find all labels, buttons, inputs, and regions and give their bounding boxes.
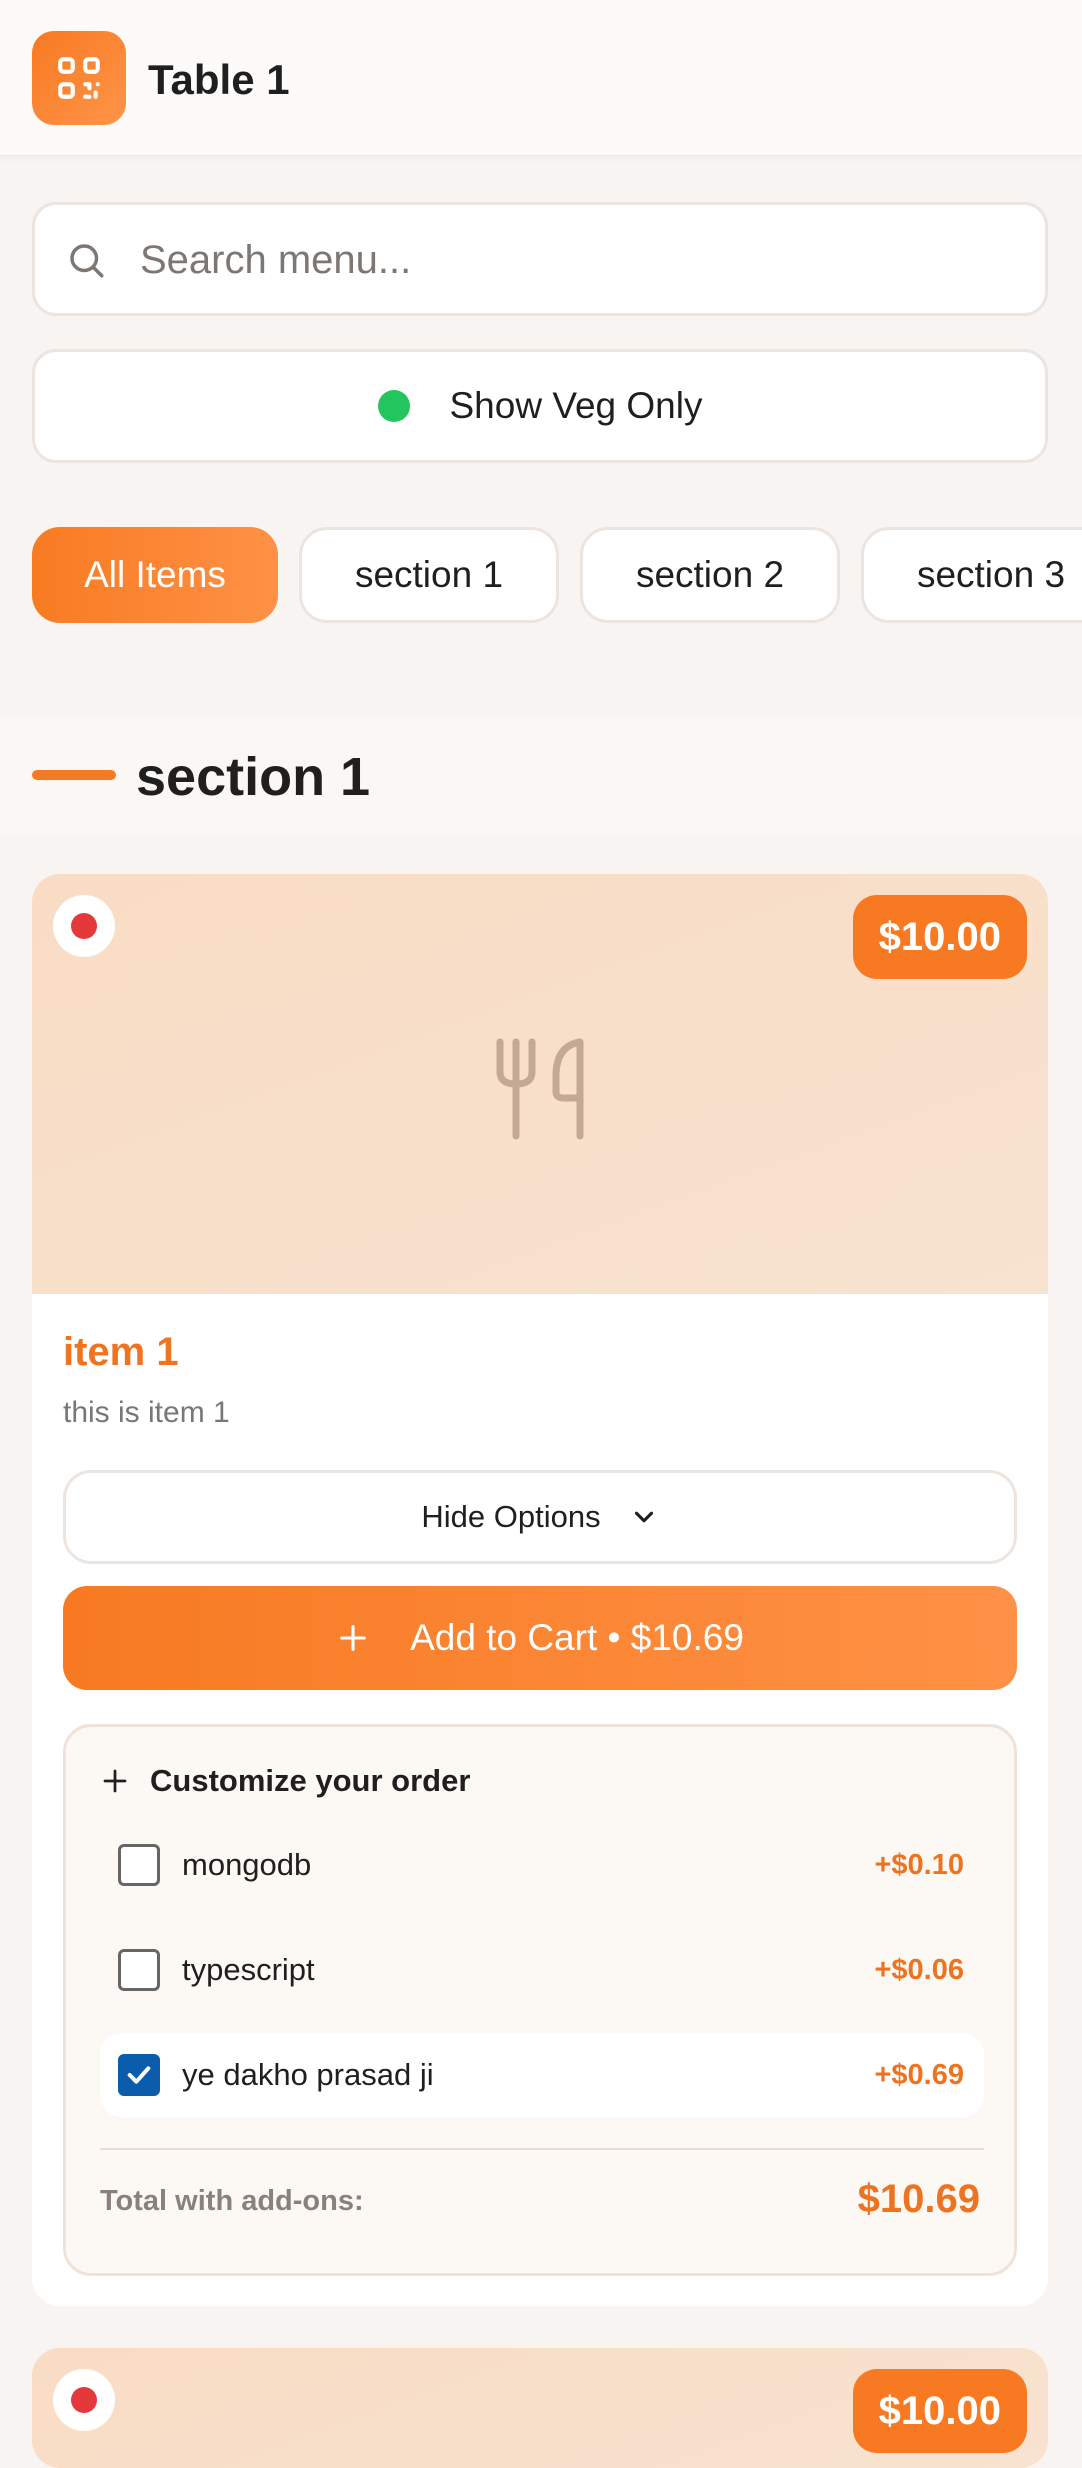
- non-veg-dot: [71, 913, 97, 939]
- hide-options-label: Hide Options: [421, 1499, 601, 1534]
- price-badge: $10.00: [852, 895, 1027, 979]
- search-input[interactable]: [140, 225, 1020, 295]
- addon-option-mongodb[interactable]: mongodb +$0.10: [100, 1823, 984, 1907]
- app-header: Table 1: [0, 0, 1082, 156]
- search-icon: [65, 239, 107, 286]
- total-label: Total with add-ons:: [100, 2185, 364, 2217]
- addon-checkbox[interactable]: [118, 1844, 160, 1886]
- section-title: section 1: [136, 747, 371, 807]
- menu-item-card: $10.00 item 1 this is item 1 Hide Option…: [32, 874, 1048, 2306]
- addon-option-ye-dakho-prasad-ji[interactable]: ye dakho prasad ji +$0.69: [100, 2033, 984, 2117]
- item-name: item 1: [63, 1330, 179, 1374]
- non-veg-dot: [71, 2387, 97, 2413]
- menu-item-card: $10.00: [32, 2348, 1048, 2468]
- checkmark-icon: [127, 2066, 151, 2084]
- tab-section-2[interactable]: section 2: [580, 527, 840, 623]
- price-badge: $10.00: [852, 2369, 1027, 2453]
- customize-panel: Customize your order mongodb +$0.10 type…: [63, 1724, 1017, 2276]
- section-accent-bar: [32, 770, 116, 780]
- addon-checkbox-checked[interactable]: [118, 2054, 160, 2096]
- veg-indicator-dot: [377, 390, 410, 422]
- category-tabs: All Items section 1 section 2 section 3: [32, 527, 1082, 623]
- addon-name: ye dakho prasad ji: [182, 2057, 434, 2092]
- non-veg-badge: [53, 895, 115, 957]
- customize-header: Customize your order: [100, 1763, 470, 1799]
- add-to-cart-label: Add to Cart • $10.69: [410, 1617, 744, 1658]
- addon-option-typescript[interactable]: typescript +$0.06: [100, 1928, 984, 2012]
- addon-name: mongodb: [182, 1847, 312, 1882]
- search-box[interactable]: [32, 202, 1048, 316]
- tab-all-items[interactable]: All Items: [32, 527, 278, 623]
- item-description: this is item 1: [63, 1396, 230, 1429]
- addon-checkbox[interactable]: [118, 1949, 160, 1991]
- addon-price: +$0.10: [874, 1849, 964, 1881]
- add-to-cart-button[interactable]: Add to Cart • $10.69: [63, 1586, 1017, 1690]
- page-title: Table 1: [148, 56, 290, 103]
- plus-icon: [100, 1766, 130, 1796]
- divider: [100, 2148, 984, 2150]
- hide-options-button[interactable]: Hide Options: [63, 1470, 1017, 1564]
- tab-section-3[interactable]: section 3: [861, 527, 1082, 623]
- chevron-down-icon: [629, 1502, 659, 1532]
- plus-icon: [336, 1621, 370, 1655]
- qr-code-icon: [32, 31, 126, 125]
- non-veg-badge: [53, 2369, 115, 2431]
- addon-price: +$0.69: [874, 2059, 964, 2091]
- tab-section-1[interactable]: section 1: [299, 527, 559, 623]
- total-value: $10.69: [857, 2177, 980, 2221]
- customize-title: Customize your order: [150, 1763, 471, 1798]
- veg-toggle-label: Show Veg Only: [449, 385, 703, 426]
- show-veg-only-toggle[interactable]: Show Veg Only: [32, 349, 1048, 463]
- utensils-icon: [494, 1036, 586, 1145]
- item-image-placeholder: $10.00: [32, 874, 1048, 1294]
- addon-price: +$0.06: [874, 1954, 964, 1986]
- addon-name: typescript: [182, 1952, 315, 1987]
